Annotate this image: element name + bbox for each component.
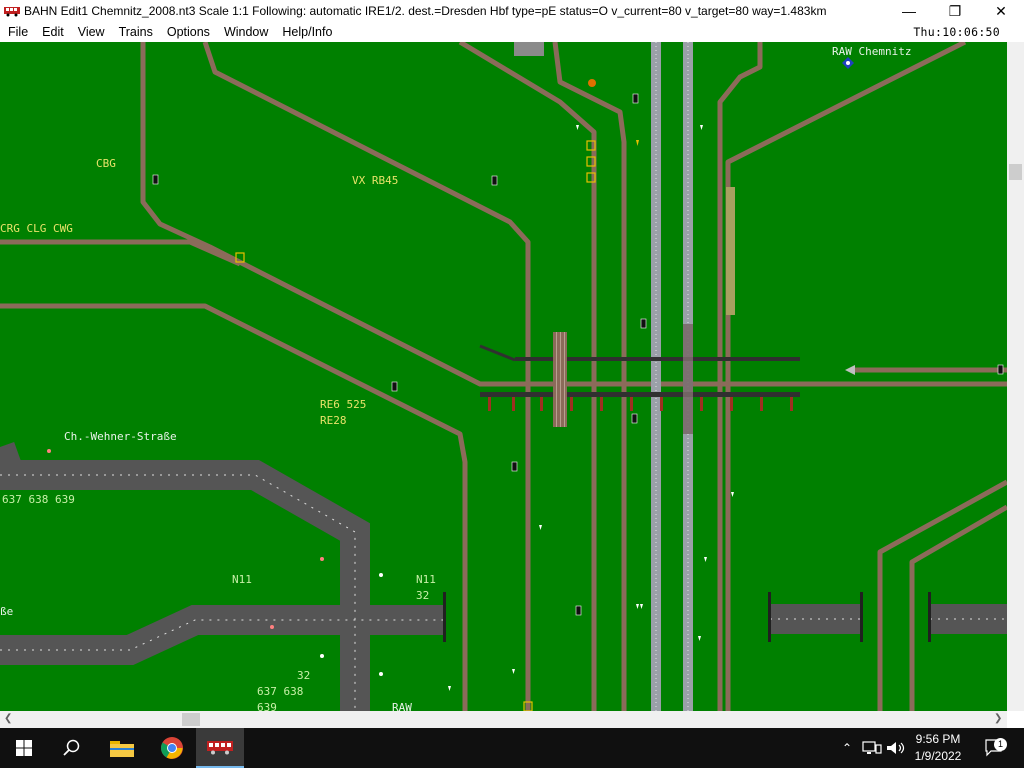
window-title: BAHN Edit1 Chemnitz_2008.nt3 Scale 1:1 F… xyxy=(24,4,827,18)
menu-file[interactable]: File xyxy=(0,25,35,39)
menu-view[interactable]: View xyxy=(71,25,112,39)
volume-icon[interactable] xyxy=(886,741,906,755)
notification-count-badge: 1 xyxy=(994,738,1007,751)
taskbar-bahn-app[interactable] xyxy=(196,728,244,768)
vertical-scrollbar[interactable] xyxy=(1007,42,1024,711)
train-north xyxy=(514,42,544,56)
search-icon xyxy=(63,739,80,756)
menu-trains[interactable]: Trains xyxy=(112,25,160,39)
start-button[interactable] xyxy=(0,728,48,768)
label-bus-637-638: 637 638 xyxy=(257,685,304,698)
search-button[interactable] xyxy=(48,728,96,768)
train-ire1 xyxy=(683,324,693,434)
label-cbg: CBG xyxy=(96,157,116,170)
vertical-scroll-thumb[interactable] xyxy=(1009,164,1022,180)
label-n11-32: 32 xyxy=(416,589,430,602)
taskbar-date: 1/9/2022 xyxy=(914,749,962,763)
menu-edit[interactable]: Edit xyxy=(35,25,71,39)
folder-icon xyxy=(110,741,134,757)
chevron-up-icon[interactable]: ⌃ xyxy=(838,741,856,755)
taskbar-file-explorer[interactable] xyxy=(98,728,146,768)
label-re28: RE28 xyxy=(320,414,347,427)
chrome-icon xyxy=(161,737,183,759)
train-icon xyxy=(207,741,233,755)
roads xyxy=(0,441,1007,711)
taskbar-clock[interactable]: 9:56 PM 1/9/2022 xyxy=(905,731,971,765)
label-bus-lines: 637 638 639 xyxy=(2,493,75,506)
title-bar: BAHN Edit1 Chemnitz_2008.nt3 Scale 1:1 F… xyxy=(0,0,1024,22)
horizontal-scrollbar[interactable]: ❮ ❯ xyxy=(0,711,1007,728)
label-re6-525: RE6 525 xyxy=(320,398,367,411)
track-map[interactable]: CBG VX RB45 CRG CLG CWG RAW Chemnitz RE6… xyxy=(0,42,1007,711)
label-n11-west: N11 xyxy=(232,573,252,586)
menu-help-info[interactable]: Help/Info xyxy=(275,25,339,39)
horizontal-scroll-thumb[interactable] xyxy=(182,713,200,726)
simulation-clock: Thu:10:06:50 xyxy=(913,25,1000,39)
menu-options[interactable]: Options xyxy=(160,25,217,39)
taskbar-time: 9:56 PM xyxy=(915,732,961,746)
notification-center-button[interactable]: 1 xyxy=(980,728,1010,768)
menu-bar: File Edit View Trains Options Window Hel… xyxy=(0,22,1024,42)
system-tray: ⌃ xyxy=(838,728,906,768)
close-button[interactable]: ✕ xyxy=(978,0,1024,22)
label-raw: RAW xyxy=(392,701,412,711)
scroll-left-arrow-icon[interactable]: ❮ xyxy=(4,713,12,724)
label-wehner-strasse: Ch.-Wehner-Straße xyxy=(64,430,177,443)
track-layout xyxy=(0,42,1007,711)
label-bus-32: 32 xyxy=(297,669,311,682)
road-n11 xyxy=(0,605,446,665)
platform xyxy=(726,187,735,315)
menu-window[interactable]: Window xyxy=(217,25,275,39)
label-n11-east: N11 xyxy=(416,573,436,586)
windows-logo-icon xyxy=(16,740,32,756)
station-marker xyxy=(842,57,854,69)
windows-taskbar: ⌃ 9:56 PM 1/9/2022 1 xyxy=(0,728,1024,768)
label-bus-639: 639 xyxy=(257,701,277,711)
label-crg-clg-cwg: CRG CLG CWG xyxy=(0,222,73,235)
label-vx-rb45: VX RB45 xyxy=(352,174,399,187)
taskbar-chrome[interactable] xyxy=(148,728,196,768)
train-app-icon xyxy=(4,7,20,17)
minimize-button[interactable]: — xyxy=(886,0,932,22)
label-raw-chemnitz: RAW Chemnitz xyxy=(832,45,912,58)
maximize-button[interactable]: ❐ xyxy=(932,0,978,22)
route-arrow xyxy=(845,365,855,375)
scroll-right-arrow-icon[interactable]: ❯ xyxy=(994,713,1002,724)
signals xyxy=(152,93,1004,616)
label-strasse-fragment: ße xyxy=(0,605,14,618)
network-icon[interactable] xyxy=(862,741,882,755)
